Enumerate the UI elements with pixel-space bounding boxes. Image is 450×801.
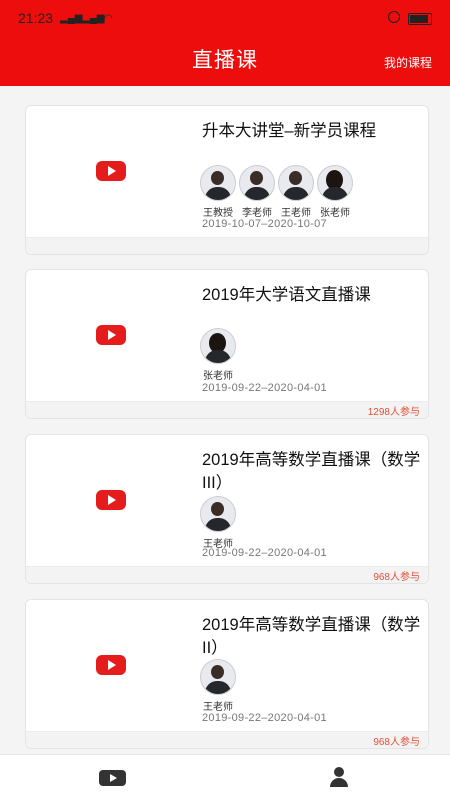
participant-count: 968人参与 [373,737,420,748]
teacher[interactable]: 王老师 [200,659,236,713]
course-title: 2019年高等数学直播课（数学III） [202,451,421,492]
course-card[interactable]: 2019年高等数学直播课（数学II） 王老师 2019-09-22–2020-0… [25,599,429,749]
avatar [200,659,236,695]
teacher[interactable]: 王老师 [200,496,236,550]
course-card[interactable]: 2019年大学语文直播课 张老师 2019-09-22–2020-04-01 1… [25,269,429,419]
bottom-tab-bar [0,754,450,801]
teacher[interactable]: 王教授 [200,165,236,219]
user-icon[interactable] [328,767,350,789]
teacher-list: 张老师 [200,328,236,382]
card-footer: 968人参与 [26,566,428,583]
course-title: 2019年高等数学直播课（数学II） [202,616,421,657]
course-card[interactable]: 2019年高等数学直播课（数学III） 王老师 2019-09-22–2020-… [25,434,429,584]
participant-count: 968人参与 [373,572,420,583]
teacher[interactable]: 李老师 [239,165,275,219]
course-title: 升本大讲堂–新学员课程 [202,122,377,140]
play-icon [96,161,126,181]
avatar [239,165,275,201]
course-thumbnail[interactable] [26,270,196,400]
teacher-name: 王教授 [203,208,233,219]
teacher[interactable]: 张老师 [200,328,236,382]
play-icon[interactable] [99,770,126,786]
teacher-list: 王教授 李老师 王老师 张老师 [200,165,353,219]
my-courses-link[interactable]: 我的课程 [384,54,432,71]
course-thumbnail[interactable] [26,106,196,236]
course-date: 2019-09-22–2020-04-01 [202,712,327,724]
teacher-list: 王老师 [200,659,236,713]
teacher-name: 王老师 [281,208,311,219]
course-thumbnail[interactable] [26,600,196,730]
battery-icon [408,13,432,25]
course-title: 2019年大学语文直播课 [202,286,371,304]
avatar [317,165,353,201]
play-icon [96,490,126,510]
teacher[interactable]: 王老师 [278,165,314,219]
avatar [200,496,236,532]
teacher-name: 张老师 [320,208,350,219]
play-icon [96,325,126,345]
course-date: 2019-10-07–2020-10-07 [202,218,327,230]
card-footer [26,237,428,254]
play-icon [96,655,126,675]
avatar [200,328,236,364]
signal-icon-2: ▂▄▆ [82,13,105,24]
teacher-list: 王老师 [200,496,236,550]
card-footer: 968人参与 [26,731,428,748]
course-list: 升本大讲堂–新学员课程 王教授 李老师 王老师 张老师 2019-10-07–2… [0,86,450,754]
status-time: 21:23 [18,10,54,26]
teacher-name: 李老师 [242,208,272,219]
teacher[interactable]: 张老师 [317,165,353,219]
page-title: 直播课 [192,49,258,72]
participant-count: 1298人参与 [367,407,420,418]
course-thumbnail[interactable] [26,435,196,565]
course-date: 2019-09-22–2020-04-01 [202,547,327,559]
card-footer: 1298人参与 [26,401,428,418]
avatar [278,165,314,201]
teacher-name: 张老师 [203,371,233,382]
status-bar: 21:23 ▂▄▆ ▂▄▆ ◠ [0,0,450,36]
course-date: 2019-09-22–2020-04-01 [202,382,327,394]
signal-icon: ▂▄▆ [60,13,83,24]
course-card[interactable]: 升本大讲堂–新学员课程 王教授 李老师 王老师 张老师 2019-10-07–2… [25,105,429,255]
wifi-icon: ◠ [104,13,113,24]
teacher-name: 王老师 [203,702,233,713]
alarm-icon [388,11,400,23]
app-header: 21:23 ▂▄▆ ▂▄▆ ◠ 直播课 我的课程 [0,0,450,86]
avatar [200,165,236,201]
